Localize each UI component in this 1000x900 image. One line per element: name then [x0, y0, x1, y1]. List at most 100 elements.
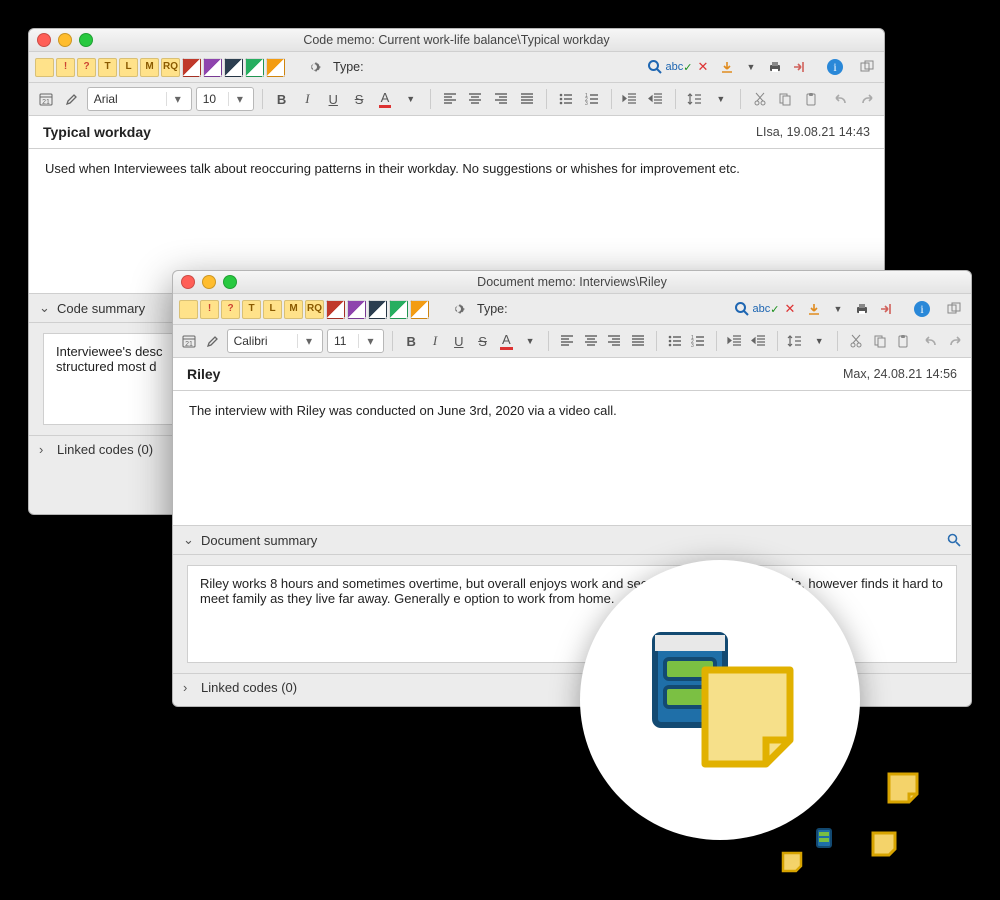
search-icon[interactable] — [731, 299, 753, 319]
tag-m[interactable]: M — [140, 58, 159, 77]
font-color-dropdown-icon[interactable]: ▼ — [400, 88, 422, 110]
line-spacing-dropdown-icon[interactable]: ▼ — [809, 330, 829, 352]
copy-icon[interactable] — [775, 88, 797, 110]
line-spacing-dropdown-icon[interactable]: ▼ — [710, 88, 732, 110]
memo-tag-icon[interactable] — [35, 58, 54, 77]
tag-exclaim[interactable]: ! — [200, 300, 219, 319]
dropdown-icon[interactable]: ▼ — [827, 299, 849, 319]
import-icon[interactable] — [803, 299, 825, 319]
tag-m[interactable]: M — [284, 300, 303, 319]
copy-icon[interactable] — [870, 330, 890, 352]
line-spacing-icon[interactable] — [684, 88, 706, 110]
import-icon[interactable] — [716, 57, 738, 77]
tag-rq[interactable]: RQ — [161, 58, 180, 77]
close-icon[interactable] — [181, 275, 195, 289]
maximize-icon[interactable] — [79, 33, 93, 47]
tag-color-orange[interactable] — [410, 300, 429, 319]
paintbrush-icon[interactable] — [61, 88, 83, 110]
italic-button[interactable]: I — [425, 330, 445, 352]
strike-button[interactable]: S — [473, 330, 493, 352]
paste-icon[interactable] — [894, 330, 914, 352]
font-size-select[interactable]: 11▾ — [327, 329, 384, 353]
font-family-select[interactable]: Calibri▾ — [227, 329, 323, 353]
info-icon[interactable]: i — [824, 57, 846, 77]
paste-icon[interactable] — [800, 88, 822, 110]
align-justify-icon[interactable] — [628, 330, 648, 352]
align-left-icon[interactable] — [439, 88, 461, 110]
tag-t[interactable]: T — [98, 58, 117, 77]
outdent-icon[interactable] — [619, 88, 641, 110]
align-center-icon[interactable] — [581, 330, 601, 352]
bold-button[interactable]: B — [271, 88, 293, 110]
tag-color-purple[interactable] — [203, 58, 222, 77]
tag-color-green[interactable] — [245, 58, 264, 77]
export-icon[interactable] — [788, 57, 810, 77]
font-family-select[interactable]: Arial ▾ — [87, 87, 192, 111]
detach-window-icon[interactable] — [856, 57, 878, 77]
italic-button[interactable]: I — [296, 88, 318, 110]
undo-icon[interactable] — [921, 330, 941, 352]
line-spacing-icon[interactable] — [786, 330, 806, 352]
memo-body[interactable]: The interview with Riley was conducted o… — [173, 391, 971, 525]
search-icon[interactable] — [947, 533, 961, 547]
indent-icon[interactable] — [749, 330, 769, 352]
tag-color-green[interactable] — [389, 300, 408, 319]
align-right-icon[interactable] — [490, 88, 512, 110]
export-icon[interactable] — [875, 299, 897, 319]
font-color-button[interactable]: A — [496, 330, 516, 352]
memo-tag-icon[interactable] — [179, 300, 198, 319]
cut-icon[interactable] — [749, 88, 771, 110]
tag-exclaim[interactable]: ! — [56, 58, 75, 77]
align-right-icon[interactable] — [604, 330, 624, 352]
dropdown-icon[interactable]: ▼ — [740, 57, 762, 77]
delete-icon[interactable]: ✕ — [692, 57, 714, 77]
info-icon[interactable]: i — [911, 299, 933, 319]
redo-icon[interactable] — [856, 88, 878, 110]
tag-l[interactable]: L — [263, 300, 282, 319]
insert-date-icon[interactable]: 21 — [179, 330, 199, 352]
align-center-icon[interactable] — [464, 88, 486, 110]
tag-question[interactable]: ? — [77, 58, 96, 77]
numbered-list-icon[interactable]: 123 — [581, 88, 603, 110]
strike-button[interactable]: S — [348, 88, 370, 110]
tag-t[interactable]: T — [242, 300, 261, 319]
document-summary-section[interactable]: ⌄ Document summary — [173, 525, 971, 555]
tag-color-dark[interactable] — [224, 58, 243, 77]
undo-icon[interactable] — [830, 88, 852, 110]
maximize-icon[interactable] — [223, 275, 237, 289]
minimize-icon[interactable] — [202, 275, 216, 289]
tag-rq[interactable]: RQ — [305, 300, 324, 319]
bullet-list-icon[interactable] — [555, 88, 577, 110]
tag-color-purple[interactable] — [347, 300, 366, 319]
font-color-dropdown-icon[interactable]: ▼ — [520, 330, 540, 352]
print-icon[interactable] — [764, 57, 786, 77]
tag-color-dark[interactable] — [368, 300, 387, 319]
tag-color-red[interactable] — [326, 300, 345, 319]
spellcheck-icon[interactable]: abc✓ — [668, 57, 690, 77]
paintbrush-icon[interactable] — [203, 330, 223, 352]
font-size-select[interactable]: 10 ▾ — [196, 87, 254, 111]
tag-l[interactable]: L — [119, 58, 138, 77]
close-icon[interactable] — [37, 33, 51, 47]
font-color-button[interactable]: A — [374, 88, 396, 110]
underline-button[interactable]: U — [322, 88, 344, 110]
titlebar[interactable]: Code memo: Current work-life balance\Typ… — [29, 29, 884, 52]
print-icon[interactable] — [851, 299, 873, 319]
tag-color-orange[interactable] — [266, 58, 285, 77]
align-justify-icon[interactable] — [516, 88, 538, 110]
align-left-icon[interactable] — [557, 330, 577, 352]
outdent-icon[interactable] — [725, 330, 745, 352]
tag-color-red[interactable] — [182, 58, 201, 77]
minimize-icon[interactable] — [58, 33, 72, 47]
tag-question[interactable]: ? — [221, 300, 240, 319]
cut-icon[interactable] — [846, 330, 866, 352]
gear-icon[interactable] — [303, 57, 325, 77]
search-icon[interactable] — [644, 57, 666, 77]
titlebar[interactable]: Document memo: Interviews\Riley — [173, 271, 971, 294]
indent-icon[interactable] — [645, 88, 667, 110]
spellcheck-icon[interactable]: abc✓ — [755, 299, 777, 319]
bullet-list-icon[interactable] — [665, 330, 685, 352]
underline-button[interactable]: U — [449, 330, 469, 352]
delete-icon[interactable]: ✕ — [779, 299, 801, 319]
detach-window-icon[interactable] — [943, 299, 965, 319]
